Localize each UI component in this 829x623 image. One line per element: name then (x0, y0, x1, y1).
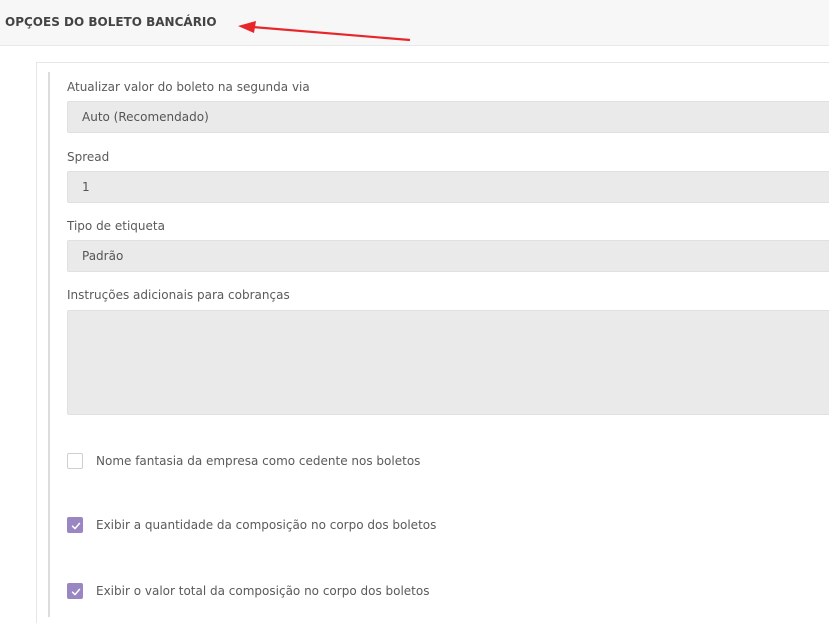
checkbox-exibir-valor-total[interactable] (67, 583, 83, 599)
select-atualizar-valor[interactable]: Auto (Recomendado) (67, 101, 829, 133)
select-tipo-etiqueta[interactable]: Padrão (67, 240, 829, 272)
panel-divider (48, 72, 50, 617)
option-nome-fantasia-label[interactable]: Nome fantasia da empresa como cedente no… (96, 454, 420, 468)
section-header: OPÇOES DO BOLETO BANCÁRIO (0, 0, 829, 46)
select-tipo-etiqueta-value: Padrão (82, 249, 124, 263)
input-spread[interactable]: 1 (67, 171, 829, 203)
option-exibir-valor-total-label[interactable]: Exibir o valor total da composição no co… (96, 584, 429, 598)
label-instrucoes: Instruções adicionais para cobranças (67, 288, 290, 302)
input-spread-value: 1 (82, 180, 90, 194)
select-atualizar-valor-value: Auto (Recomendado) (82, 110, 209, 124)
label-spread: Spread (67, 150, 110, 164)
section-title: OPÇOES DO BOLETO BANCÁRIO (5, 15, 217, 29)
label-atualizar-valor: Atualizar valor do boleto na segunda via (67, 80, 310, 94)
label-tipo-etiqueta: Tipo de etiqueta (67, 219, 165, 233)
check-icon (71, 522, 81, 530)
checkbox-exibir-quantidade[interactable] (67, 517, 83, 533)
check-icon (71, 588, 81, 596)
textarea-instrucoes[interactable] (67, 310, 829, 415)
option-exibir-quantidade-label[interactable]: Exibir a quantidade da composição no cor… (96, 518, 436, 532)
checkbox-nome-fantasia[interactable] (67, 453, 83, 469)
